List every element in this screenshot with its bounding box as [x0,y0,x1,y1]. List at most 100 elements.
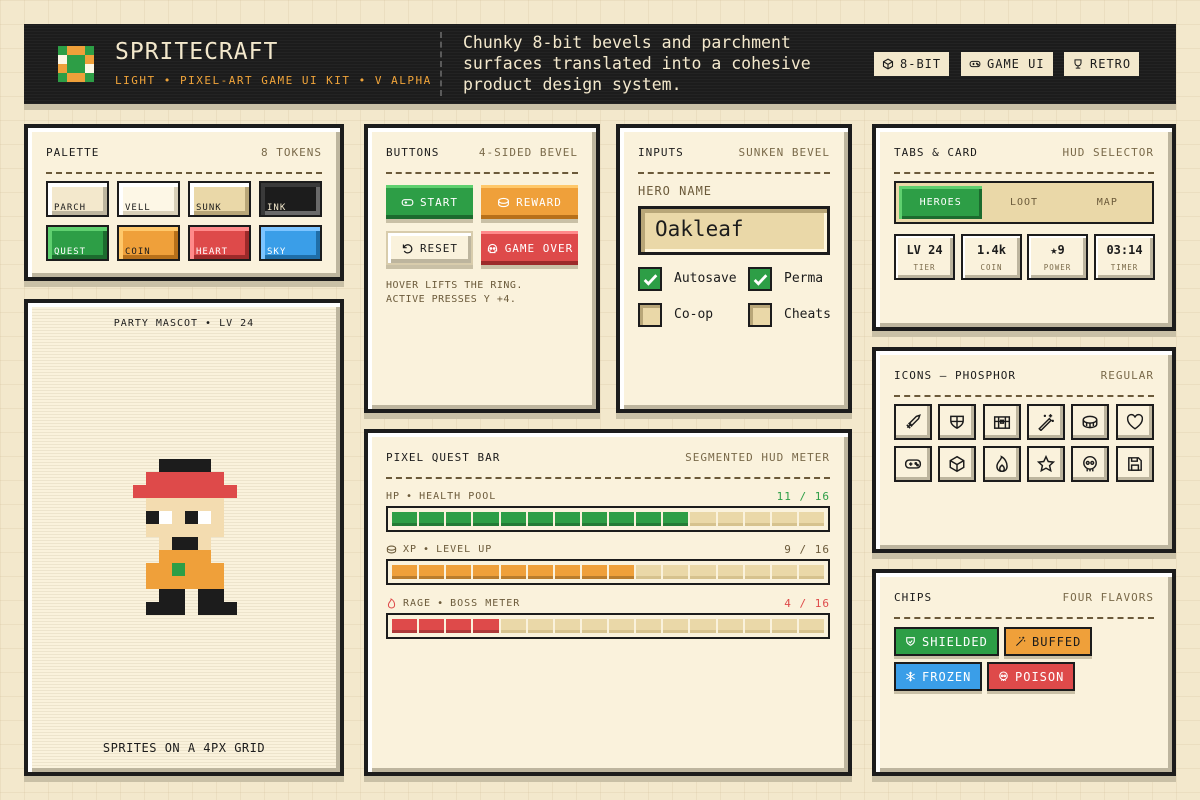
sprite-pixel [211,563,224,576]
treasure-chest-icon-tile[interactable] [983,404,1021,440]
reward-button[interactable]: REWARD [481,185,578,219]
hero-name-field[interactable]: Oakleaf [638,206,830,255]
stat-timer: 03:14 TIMER [1094,234,1155,280]
swatch-sunk[interactable]: SUNK [188,181,251,217]
sprite-pixel [198,511,211,524]
coin-icon-tile[interactable] [1071,404,1109,440]
gamepad-icon-tile[interactable] [894,446,932,482]
chip-label: SHIELDED [922,634,988,649]
start-button[interactable]: START [386,185,473,219]
skull-icon [1083,455,1097,472]
autosave-checkbox[interactable] [638,267,662,291]
header-divider [440,32,442,96]
swatch-label: VELL [125,203,151,213]
reset-button[interactable]: RESET [386,231,473,265]
hp-meter-label: HP • HEALTH POOL [386,491,497,502]
meter-segment [744,512,770,526]
cheats-checkbox[interactable] [748,303,772,327]
meter-sub: LEVEL UP [436,544,493,555]
sprite-pixel [211,511,224,524]
mascot-title: PARTY MASCOT • LV 24 [113,318,255,329]
meter-segment [392,512,418,526]
star-icon-tile[interactable] [1027,446,1065,482]
sprite-pixel [211,589,224,602]
swatch-quest[interactable]: QUEST [46,225,109,261]
flame-icon-tile[interactable] [983,446,1021,482]
tag-8bit[interactable]: 8-BIT [874,52,950,76]
sprite-pixel [172,550,185,563]
tag-retro[interactable]: RETRO [1064,52,1140,76]
heart-icon-tile[interactable] [1116,404,1154,440]
swatch-vell[interactable]: VELL [117,181,180,217]
sprite-pixel [159,602,172,615]
coop-checkbox[interactable] [638,303,662,327]
chip-poison[interactable]: POISON [987,662,1076,691]
quest-bar-panel: PIXEL QUEST BAR SEGMENTED HUD METER HP • … [364,429,852,776]
star-icon [1037,455,1055,473]
skull-icon-tile[interactable] [1071,446,1109,482]
sprite-pixel [185,524,198,537]
swatch-ink[interactable]: INK [259,181,322,217]
sprite-pixel [198,589,211,602]
tab-map[interactable]: MAP [1066,186,1149,219]
meter-name: RAGE [403,598,432,609]
meter-segment [690,619,716,633]
sprite-pixel [198,472,211,485]
floppy-disk-icon [1128,457,1142,471]
sprite-pixel [185,485,198,498]
swatch-label: COIN [125,247,151,257]
meter-segment [527,512,553,526]
stat-value: 03:14 [1106,243,1143,257]
panel-meta: SUNKEN BEVEL [738,146,830,159]
sprite-pixel [146,602,159,615]
buttons-panel: BUTTONS 4-SIDED BEVEL START REWARD RESET… [364,124,600,413]
perma-checkbox[interactable] [748,267,772,291]
game-over-button[interactable]: GAME OVER [481,231,578,265]
stat-label: TIER [913,263,936,272]
meter-segment [581,619,607,633]
swatch-parch[interactable]: PARCH [46,181,109,217]
panel-title: BUTTONS [386,146,440,159]
coin-icon [1082,415,1098,429]
cube-icon-tile[interactable] [938,446,976,482]
meter-segment [798,565,824,579]
swatch-sky[interactable]: SKY [259,225,322,261]
meter-segment [636,512,662,526]
mascot-sprite [133,459,237,615]
treasure-chest-icon [993,416,1011,429]
meter-segment [419,565,445,579]
xp-meter [386,559,830,585]
chip-buffed[interactable]: BUFFED [1004,627,1093,656]
sprite-pixel [185,459,198,472]
sprite-pixel [211,524,224,537]
swatch-heart[interactable]: HEART [188,225,251,261]
sprite-pixel [146,485,159,498]
note-line: HOVER LIFTS THE RING. [386,280,523,291]
chip-label: FROZEN [922,669,972,684]
swatch-label: SUNK [196,203,222,213]
sprite-pixel [159,472,172,485]
meter-segment [473,565,499,579]
sprite-pixel [198,485,211,498]
gamepad-icon [401,198,414,206]
panel-meta: 8 TOKENS [261,146,322,159]
reset-icon [402,243,413,253]
magic-wand-icon-tile[interactable] [1027,404,1065,440]
swatch-coin[interactable]: COIN [117,225,180,261]
sprite-pixel [159,576,172,589]
floppy-disk-icon-tile[interactable] [1116,446,1154,482]
sword-icon-tile[interactable] [894,404,932,440]
chip-shielded[interactable]: SHIELDED [894,627,999,656]
shield-icon-tile[interactable] [938,404,976,440]
coin-icon [498,197,510,207]
rage-meter-label: RAGE • BOSS METER [386,598,520,609]
tab-heroes[interactable]: HEROES [899,186,983,219]
stat-value: LV 24 [906,243,943,257]
sprite-pixel [172,498,185,511]
tag-game-ui[interactable]: GAME UI [961,52,1053,76]
chip-frozen[interactable]: FROZEN [894,662,983,691]
tab-loot[interactable]: LOOT [982,186,1065,219]
xp-meter-value: 9 / 16 [784,543,830,556]
meter-segment [581,512,607,526]
meter-segment [554,512,580,526]
